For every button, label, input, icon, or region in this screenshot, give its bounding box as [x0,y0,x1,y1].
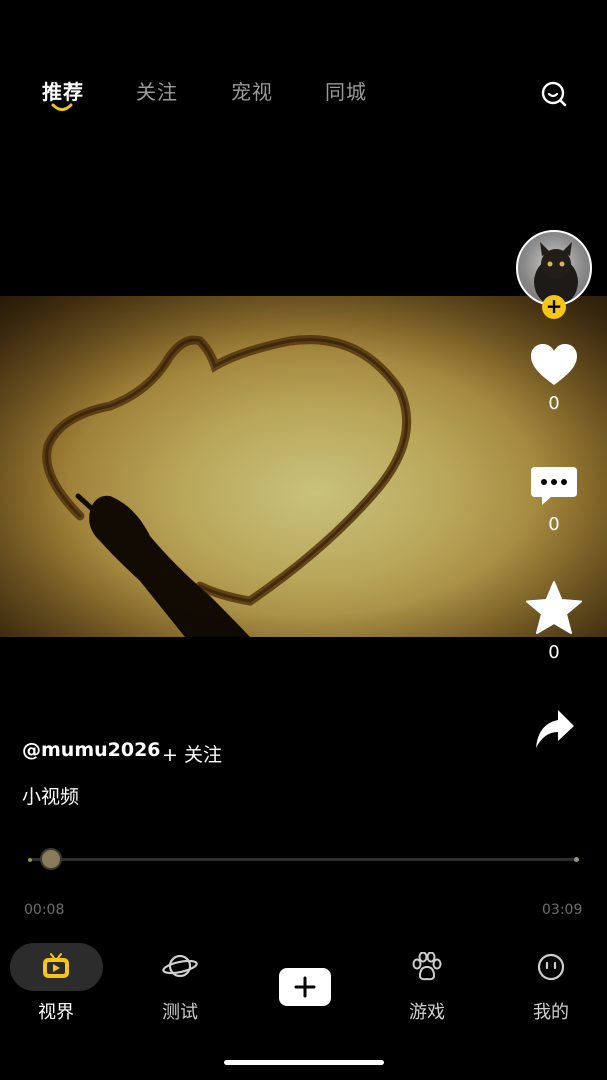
nav-label-ceshi: 测试 [162,1002,198,1023]
comment-count: 0 [548,514,560,535]
tv-icon [43,953,69,978]
tab-recommend[interactable]: 推荐 [42,76,84,105]
progress-end-marker [574,857,579,862]
progress-thumb[interactable] [40,848,63,870]
planet-icon [162,954,198,978]
current-time: 00:08 [24,902,65,918]
favorite-count: 0 [548,642,560,663]
plus-icon [294,976,316,998]
favorite-button[interactable]: 0 [520,580,588,663]
tab-pets[interactable]: 宠视 [231,76,273,105]
share-arrow-icon [536,710,574,748]
total-time: 03:09 [542,902,583,918]
follow-author-button[interactable]: + [542,295,566,319]
bottom-nav-bar: 视界 测试 游戏 我的 [0,940,607,1040]
progress-track[interactable] [28,858,578,861]
nav-item-shijie[interactable]: 视界 [8,940,104,1030]
top-tab-bar: 推荐 关注 宠视 同城 [0,72,607,122]
face-icon [537,953,565,981]
video-caption: 小视频 [22,786,80,808]
nav-label-shijie: 视界 [38,1002,74,1023]
tab-following[interactable]: 关注 [136,76,178,105]
follow-text-button[interactable]: + 关注 [162,740,222,767]
nav-item-ceshi[interactable]: 测试 [132,940,228,1030]
nav-label-wode: 我的 [533,1002,569,1023]
nav-label-youxi: 游戏 [409,1002,445,1023]
star-icon [526,581,582,634]
paw-icon [412,952,442,981]
comment-button[interactable]: 0 [520,464,588,535]
share-button[interactable] [520,708,588,750]
active-tab-indicator [51,103,73,111]
author-username[interactable]: @mumu2026 [22,739,161,761]
heart-icon [531,344,577,385]
video-frame-sand-heart [0,296,607,637]
nav-item-wode[interactable]: 我的 [503,940,599,1030]
create-post-button[interactable] [279,968,331,1006]
search-icon[interactable] [540,80,568,108]
comment-icon [531,467,577,505]
video-player[interactable] [0,296,607,637]
progress-start-marker [28,858,32,862]
tab-local[interactable]: 同城 [325,76,367,105]
like-button[interactable]: 0 [520,343,588,414]
home-indicator[interactable] [224,1060,384,1065]
like-count: 0 [548,393,560,414]
nav-item-youxi[interactable]: 游戏 [379,940,475,1030]
